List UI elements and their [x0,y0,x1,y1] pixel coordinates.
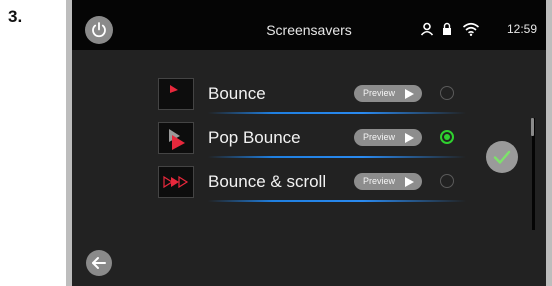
radio-button[interactable] [440,86,454,100]
touch-screen: Screensavers 12:59 Bounce Preview Pop Bo… [72,0,546,286]
screensaver-label: Pop Bounce [208,128,301,147]
bounce-thumbnail [158,78,194,110]
screensaver-row-bounce[interactable]: Bounce Preview [158,74,468,116]
play-icon [405,133,414,143]
play-logo-icon [170,85,178,93]
preview-button[interactable]: Preview [354,129,422,146]
play-icon [405,177,414,187]
row-divider [208,112,466,114]
play-logo-icon [163,175,189,189]
step-number: 3. [8,7,23,26]
row-divider [208,200,466,202]
screensaver-label: Bounce & scroll [208,172,327,191]
lock-icon [443,22,451,35]
play-icon [405,89,414,99]
bounce-scroll-thumbnail [158,166,194,198]
preview-button[interactable]: Preview [354,173,422,190]
back-button[interactable] [86,250,112,276]
user-icon [420,22,434,36]
device-frame: Screensavers 12:59 Bounce Preview Pop Bo… [66,0,552,286]
clock: 12:59 [507,22,538,36]
back-arrow-icon [92,257,106,269]
pop-bounce-thumbnail [158,122,194,154]
screensaver-label: Bounce [208,84,266,103]
scrollbar-thumb[interactable] [531,118,534,136]
radio-button-selected[interactable] [440,130,454,144]
play-logo-icon [169,129,185,150]
top-bar: Screensavers 12:59 [72,0,546,50]
wifi-icon [462,22,480,36]
preview-button[interactable]: Preview [354,85,422,102]
radio-button[interactable] [440,174,454,188]
confirm-button[interactable] [486,141,518,173]
checkmark-icon [493,150,511,164]
screensaver-row-bounce-and-scroll[interactable]: Bounce & scroll Preview [158,162,468,204]
screensaver-row-pop-bounce[interactable]: Pop Bounce Preview [158,118,468,160]
row-divider [208,156,466,158]
